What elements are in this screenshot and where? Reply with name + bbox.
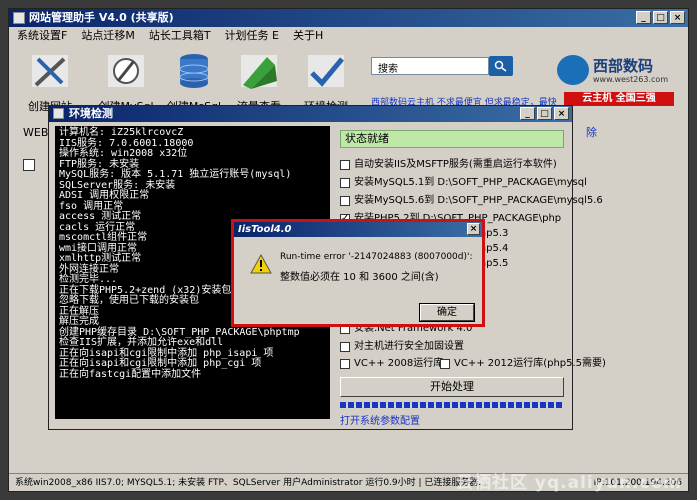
option-vc2008[interactable]: VC++ 2008运行库 <box>340 357 443 371</box>
console-line: ADSI 调用权限正常 <box>59 190 150 201</box>
checkbox[interactable] <box>440 359 450 369</box>
database-icon <box>179 54 209 88</box>
search-icon <box>494 60 507 72</box>
options-panel: 状态就绪 <box>340 130 564 148</box>
console-line: 计算机名: iZ25klrcovcZ <box>59 127 184 138</box>
checkbox[interactable] <box>340 196 350 206</box>
checkbox[interactable] <box>340 342 350 352</box>
dialog-close-icon[interactable]: × <box>467 223 480 235</box>
checkbox[interactable] <box>340 178 350 188</box>
delete-link[interactable]: 除 <box>586 124 597 140</box>
search-input[interactable]: 搜索 <box>371 57 489 75</box>
option-mysql51[interactable]: 安装MySQL5.1到 D:\SOFT_PHP_PACKAGE\mysql <box>340 176 587 190</box>
ad-banner[interactable]: 云主机 全国三强 <box>564 92 674 106</box>
watermark: 云栖社区 yq.aliyun.com <box>456 473 682 493</box>
mysql-icon <box>108 55 144 87</box>
west-logo-icon <box>557 55 589 85</box>
menu-system-settings[interactable]: 系统设置F <box>17 27 67 45</box>
console-line: MySQL服务: 版本 5.1.71 独立运行账号(mysql) <box>59 169 292 180</box>
search-button[interactable] <box>489 56 513 76</box>
option-mysql56[interactable]: 安装MySQL5.6到 D:\SOFT_PHP_PACKAGE\mysql5.6 <box>340 194 603 208</box>
env-title: 环境检测 <box>69 107 113 120</box>
open-params-link[interactable]: 打开系统参数配置 <box>340 412 420 427</box>
env-maximize-icon[interactable]: □ <box>537 107 552 120</box>
menu-webmaster-tools[interactable]: 站长工具箱T <box>149 27 211 45</box>
option-install-iis[interactable]: 自动安装IIS及MSFTP服务(需重启运行本软件) <box>340 158 557 172</box>
console-line: 检查IIS扩展，并添加允许exe和dll <box>59 337 224 348</box>
main-title: 网站管理助手 V4.0 (共享版) <box>29 11 174 24</box>
status-ready: 状态就绪 <box>340 130 564 148</box>
console-line: 正在向fastcgi配置中添加文件 <box>59 368 202 380</box>
env-minimize-icon[interactable]: _ <box>520 107 535 120</box>
tools-icon <box>32 55 68 87</box>
error-dialog: IisTool4.0 × Run-time error '-2147024883… <box>231 219 485 327</box>
start-process-button[interactable]: 开始处理 <box>340 377 564 397</box>
checkbox[interactable] <box>340 160 350 170</box>
status-text: 系统win2008_x86 IIS7.0; MYSQL5.1; 未安装 FTP、… <box>15 478 482 488</box>
menubar: 系统设置F 站点迁移M 站长工具箱T 计划任务 E 关于H <box>9 27 688 45</box>
console-line: 正在向isapi和cgi限制中添加 php_cgi 项 <box>59 358 262 369</box>
env-app-icon <box>53 108 64 119</box>
env-close-icon[interactable]: × <box>554 107 569 120</box>
maximize-icon[interactable]: □ <box>653 11 668 24</box>
brand-logo[interactable]: 西部数码 www.west263.com <box>557 53 687 89</box>
menu-site-migration[interactable]: 站点迁移M <box>81 27 135 45</box>
checkbox[interactable] <box>340 359 350 369</box>
background-checkbox[interactable] <box>23 159 35 171</box>
env-titlebar[interactable]: 环境检测 _ □ × <box>49 106 572 122</box>
option-vc2012[interactable]: VC++ 2012运行库(php5.5需要) <box>440 357 606 371</box>
progress-bar <box>340 402 564 408</box>
option-security-hardening[interactable]: 对主机进行安全加固设置 <box>340 340 464 354</box>
close-icon[interactable]: × <box>670 11 685 24</box>
warning-icon <box>250 254 272 274</box>
menu-scheduled-tasks[interactable]: 计划任务 E <box>225 27 279 45</box>
console-line: 操作系统: win2008 x32位 <box>59 148 188 159</box>
dialog-title: IisTool4.0 <box>238 224 292 235</box>
error-message: Run-time error '-2147024883 (8007000d)': <box>280 252 473 262</box>
dialog-titlebar[interactable]: IisTool4.0 × <box>234 222 482 237</box>
app-icon <box>13 12 25 24</box>
ok-button[interactable]: 确定 <box>419 303 475 322</box>
menu-about[interactable]: 关于H <box>293 27 323 45</box>
error-detail: 整数值必须在 10 和 3600 之间(含) <box>280 272 439 283</box>
traffic-icon <box>241 55 277 89</box>
check-icon <box>308 55 344 87</box>
main-titlebar[interactable]: 网站管理助手 V4.0 (共享版) _ □ × <box>9 9 688 27</box>
minimize-icon[interactable]: _ <box>636 11 651 24</box>
